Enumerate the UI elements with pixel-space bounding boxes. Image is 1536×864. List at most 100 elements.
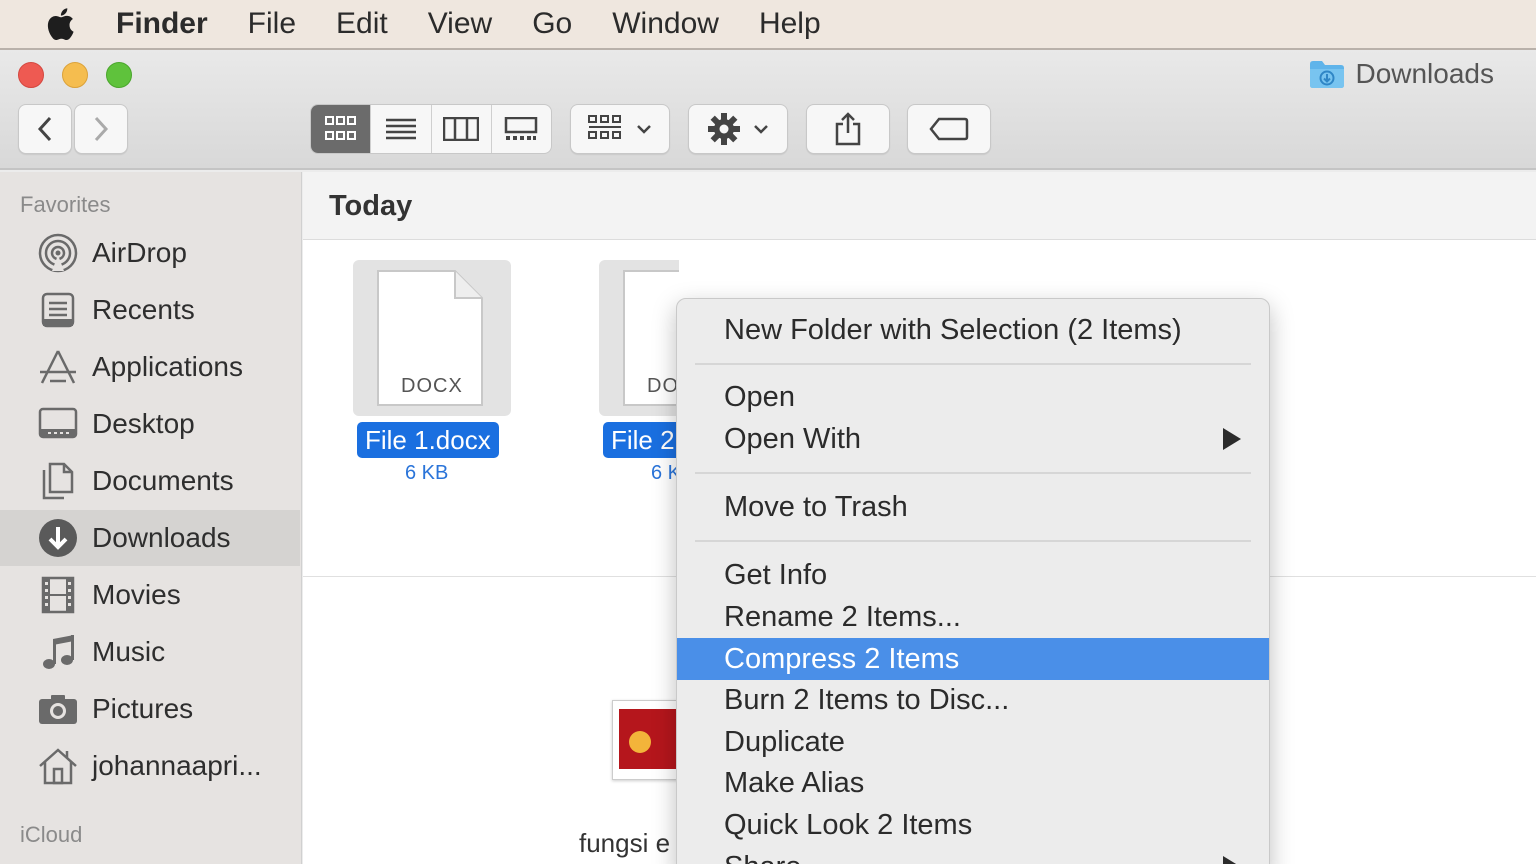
- file-type-label: DOCX: [401, 375, 463, 397]
- file-name[interactable]: File 2: [603, 422, 679, 458]
- sidebar-item-pictures[interactable]: Pictures: [0, 681, 300, 737]
- list-icon: [385, 118, 416, 140]
- tag-icon: [929, 117, 969, 141]
- group-grid-icon: [588, 115, 621, 139]
- sidebar-item-label: johannaapri...: [92, 750, 262, 781]
- image-preview-circle: [629, 731, 651, 753]
- file-item-1[interactable]: DOCX File 1.docx 6 KB: [353, 260, 513, 490]
- minimize-button[interactable]: [62, 62, 88, 88]
- menu-item-open[interactable]: Open: [677, 376, 1269, 418]
- menu-item-get-info[interactable]: Get Info: [677, 554, 1269, 596]
- sidebar-item-label: Desktop: [92, 408, 195, 439]
- menu-item-label: Open With: [724, 423, 861, 455]
- tags-button[interactable]: [907, 104, 991, 154]
- menu-item-rename[interactable]: Rename 2 Items...: [677, 596, 1269, 638]
- grid-icon: [324, 116, 356, 140]
- menu-item-move-to-trash[interactable]: Move to Trash: [677, 486, 1269, 528]
- sidebar-item-desktop[interactable]: Desktop: [0, 396, 300, 452]
- menu-view[interactable]: View: [428, 7, 492, 41]
- chevron-down-icon: [637, 125, 651, 134]
- sidebar-item-music[interactable]: Music: [0, 624, 300, 680]
- sidebar-item-downloads[interactable]: Downloads: [0, 510, 300, 566]
- menu-item-label: Share: [724, 851, 801, 864]
- sidebar-favorites-header: Favorites: [20, 192, 111, 217]
- sidebar-item-documents[interactable]: Documents: [0, 453, 300, 509]
- forward-button[interactable]: [74, 104, 128, 154]
- submenu-arrow-icon: [1223, 856, 1241, 864]
- section-title: Today: [329, 190, 413, 222]
- view-mode-segmented: [310, 104, 552, 154]
- submenu-arrow-icon: [1223, 428, 1241, 450]
- music-icon: [38, 632, 78, 672]
- sidebar-icloud-header: iCloud: [20, 822, 83, 847]
- menu-item-quick-look[interactable]: Quick Look 2 Items: [677, 804, 1269, 846]
- sidebar-item-home[interactable]: johannaapri...: [0, 738, 300, 794]
- menu-bar: Finder File Edit View Go Window Help: [0, 0, 1536, 50]
- downloads-folder-icon: [1310, 61, 1345, 88]
- sidebar-item-label: Documents: [92, 465, 234, 496]
- context-menu: New Folder with Selection (2 Items) Open…: [676, 298, 1270, 864]
- sidebar-item-label: Pictures: [92, 693, 194, 724]
- menu-separator: [695, 363, 1251, 365]
- menu-finder[interactable]: Finder: [116, 7, 208, 41]
- apple-icon[interactable]: [40, 4, 80, 44]
- sidebar-item-movies[interactable]: Movies: [0, 567, 300, 623]
- menu-item-duplicate[interactable]: Duplicate: [677, 721, 1269, 763]
- sidebar-item-label: Recents: [92, 294, 195, 325]
- menu-item-burn-to-disc[interactable]: Burn 2 Items to Disc...: [677, 679, 1269, 721]
- file-item-2[interactable]: DO File 2 6 K: [599, 260, 679, 490]
- gear-icon: [708, 113, 740, 145]
- gallery-view-button[interactable]: [492, 105, 551, 153]
- recents-icon: [38, 290, 78, 330]
- airdrop-icon: [38, 233, 78, 273]
- menu-window[interactable]: Window: [612, 7, 719, 41]
- sidebar-item-recents[interactable]: Recents: [0, 282, 300, 338]
- file-name[interactable]: fungsi e: [579, 828, 670, 859]
- sidebar-item-label: Movies: [92, 579, 181, 610]
- applications-icon: [38, 347, 78, 387]
- desktop-icon: [38, 404, 78, 444]
- menu-item-share[interactable]: Share: [677, 846, 1269, 864]
- menu-item-open-with[interactable]: Open With: [677, 418, 1269, 460]
- menu-go[interactable]: Go: [532, 7, 572, 41]
- file-name[interactable]: File 1.docx: [357, 422, 499, 458]
- menu-separator: [695, 472, 1251, 474]
- chevron-down-icon: [754, 125, 768, 134]
- chevron-left-icon: [37, 116, 52, 142]
- gallery-icon: [505, 117, 538, 140]
- sidebar-item-label: AirDrop: [92, 237, 187, 268]
- column-view-button[interactable]: [432, 105, 492, 153]
- menu-item-new-folder-with-selection[interactable]: New Folder with Selection (2 Items): [677, 309, 1269, 351]
- sidebar-item-airdrop[interactable]: AirDrop: [0, 225, 300, 281]
- file-type-label: DO: [647, 375, 679, 397]
- menu-edit[interactable]: Edit: [336, 7, 388, 41]
- downloads-icon: [38, 518, 78, 558]
- sidebar-item-label: Downloads: [92, 522, 231, 553]
- list-view-button[interactable]: [371, 105, 432, 153]
- share-button[interactable]: [806, 104, 890, 154]
- sidebar-item-applications[interactable]: Applications: [0, 339, 300, 395]
- documents-icon: [38, 461, 78, 501]
- menu-help[interactable]: Help: [759, 7, 821, 41]
- window-title-text: Downloads: [1355, 58, 1494, 89]
- section-header: Today: [303, 172, 1536, 240]
- sidebar-item-label: Applications: [92, 351, 243, 382]
- sidebar-item-label: Music: [92, 636, 166, 667]
- back-button[interactable]: [18, 104, 72, 154]
- zoom-button[interactable]: [106, 62, 132, 88]
- share-icon: [835, 112, 861, 146]
- icon-view-button[interactable]: [311, 105, 372, 153]
- action-button[interactable]: [688, 104, 788, 154]
- movies-icon: [38, 575, 78, 615]
- menu-file[interactable]: File: [248, 7, 296, 41]
- file-size: 6 K: [651, 462, 679, 484]
- group-by-button[interactable]: [570, 104, 670, 154]
- columns-icon: [443, 117, 480, 141]
- menu-item-make-alias[interactable]: Make Alias: [677, 762, 1269, 804]
- sidebar: Favorites AirDrop Recents Applications D…: [0, 172, 302, 864]
- file-size: 6 KB: [405, 462, 449, 484]
- menu-item-compress[interactable]: Compress 2 Items: [677, 638, 1269, 680]
- home-icon: [38, 746, 78, 786]
- image-file-thumbnail[interactable]: [612, 700, 686, 780]
- close-button[interactable]: [18, 62, 44, 88]
